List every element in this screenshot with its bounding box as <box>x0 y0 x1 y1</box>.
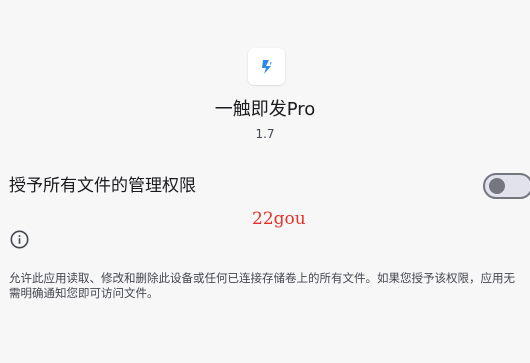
permission-toggle[interactable] <box>483 173 530 199</box>
app-name: 一触即发Pro <box>214 99 316 120</box>
toggle-thumb <box>489 178 505 194</box>
all-files-permission-row[interactable]: 授予所有文件的管理权限 <box>0 166 530 206</box>
watermark-text: 22gou <box>252 209 306 229</box>
app-icon <box>248 48 285 85</box>
app-version: 1.7 <box>255 127 275 141</box>
permission-description: 允许此应用读取、修改和删除此设备或任何已连接存储卷上的所有文件。如果您授予该权限… <box>9 271 515 300</box>
lightning-icon <box>261 59 272 74</box>
info-icon <box>10 230 29 249</box>
permission-label: 授予所有文件的管理权限 <box>9 176 196 196</box>
